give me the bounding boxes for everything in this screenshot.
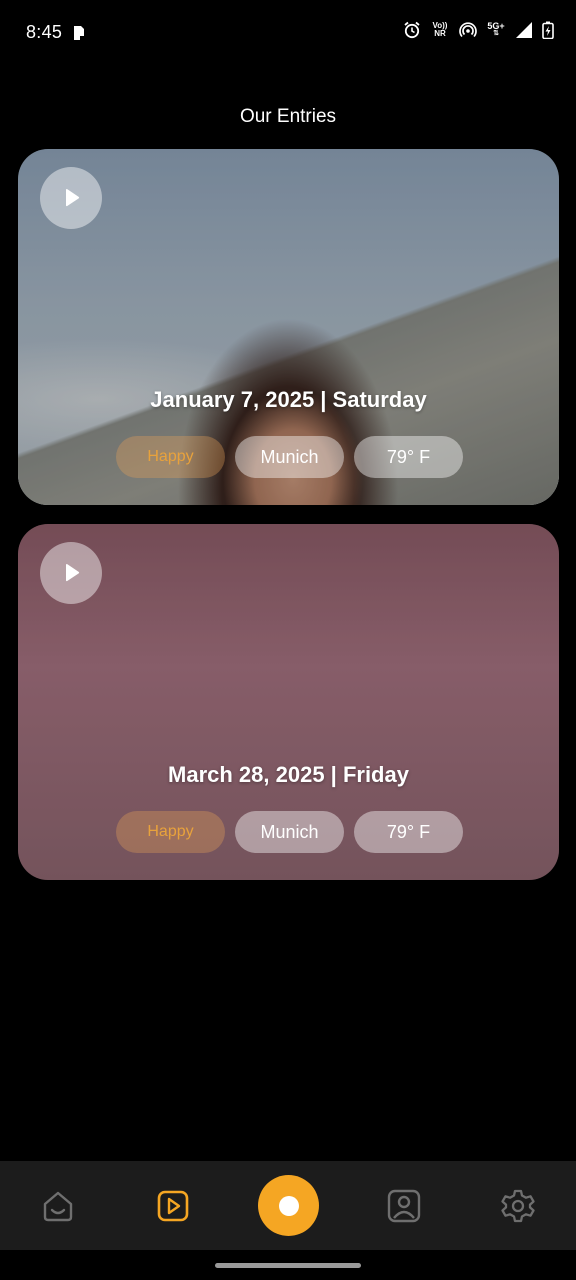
play-icon <box>66 189 80 207</box>
mood-chip: Happy <box>116 811 225 853</box>
location-chip: Munich <box>235 811 344 853</box>
mood-chip: Happy <box>116 436 225 478</box>
nav-entries[interactable] <box>155 1188 191 1224</box>
nav-home[interactable] <box>40 1188 76 1224</box>
vonr-icon: Vo)) NR <box>430 22 450 38</box>
bottom-navigation <box>0 1161 576 1250</box>
home-indicator[interactable] <box>215 1263 361 1268</box>
location-chip: Munich <box>235 436 344 478</box>
play-icon <box>66 564 80 582</box>
alarm-icon <box>404 21 420 39</box>
5g-plus-icon: 5G+ ⇅ <box>486 22 506 38</box>
play-button[interactable] <box>40 167 102 229</box>
settings-icon <box>501 1189 535 1223</box>
status-bar: 8:45 Vo)) NR 5G+ ⇅ <box>0 0 576 66</box>
signal-icon <box>516 22 532 38</box>
entry-date: January 7, 2025 | Saturday <box>150 387 427 412</box>
page-title: Our Entries <box>239 106 337 127</box>
status-icons: Vo)) NR 5G+ ⇅ <box>403 21 554 39</box>
notification-icon <box>74 26 84 40</box>
entry-date: March 28, 2025 | Friday <box>168 762 409 787</box>
nav-settings[interactable] <box>500 1188 536 1224</box>
hotspot-icon <box>459 22 477 38</box>
nav-profile[interactable] <box>386 1188 422 1224</box>
entry-card[interactable]: January 7, 2025 | Saturday Happy Munich … <box>18 149 559 505</box>
entry-tags: Happy Munich 79° F <box>116 811 463 853</box>
battery-icon <box>542 21 554 39</box>
network-arrows-icon: ⇅ <box>493 30 499 37</box>
network-label: 5G+ <box>487 21 505 31</box>
record-button[interactable] <box>258 1175 319 1236</box>
entry-card[interactable]: March 28, 2025 | Friday Happy Munich 79°… <box>18 524 559 880</box>
status-time: 8:45 <box>26 22 63 42</box>
record-icon <box>278 1195 299 1216</box>
profile-icon <box>387 1189 421 1223</box>
home-icon <box>43 1191 73 1222</box>
temperature-chip: 79° F <box>354 436 463 478</box>
video-play-icon <box>157 1190 189 1222</box>
play-button[interactable] <box>40 542 102 604</box>
entry-tags: Happy Munich 79° F <box>116 436 463 478</box>
vonr-label-bottom: NR <box>434 29 446 38</box>
temperature-chip: 79° F <box>354 811 463 853</box>
